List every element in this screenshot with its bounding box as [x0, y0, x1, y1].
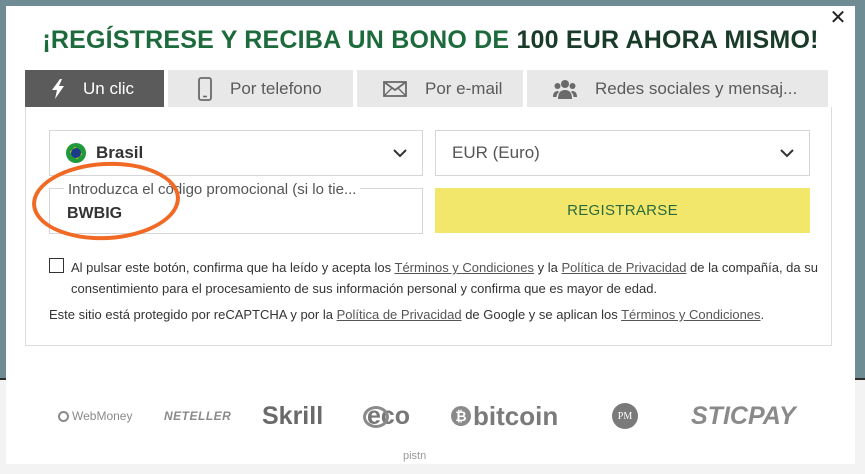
- privacy-link[interactable]: Política de Privacidad: [561, 260, 686, 275]
- recaptcha-notice: Este sitio está protegido por reCAPTCHA …: [49, 307, 819, 322]
- tab-label: Redes sociales y mensaj...: [595, 78, 798, 98]
- eco-ring-icon: [363, 406, 389, 428]
- webmoney-label: WebMoney: [72, 409, 133, 423]
- lightning-icon: [51, 78, 65, 99]
- tab-one-click[interactable]: Un clic: [25, 70, 164, 107]
- payment-logos: WebMoney NETELLER Skrill eco ₿ bitcoin PM…: [6, 396, 855, 436]
- bitcoin-label: bitcoin: [473, 400, 559, 431]
- neteller-logo: NETELLER: [164, 409, 232, 423]
- perfect-money-logo: PM: [612, 396, 638, 436]
- skrill-logo: Skrill: [262, 401, 324, 430]
- headline-prefix: ¡REGÍSTRESE Y RECIBA UN BONO DE: [42, 26, 517, 54]
- people-icon: [553, 79, 577, 99]
- webmoney-icon: [58, 410, 69, 422]
- partial-payment-logo: pistn: [403, 450, 427, 462]
- currency-select[interactable]: EUR (Euro): [435, 130, 810, 176]
- registration-form: Brasil EUR (Euro) Introduzca el código p…: [25, 107, 832, 346]
- captcha-text-part: .: [760, 307, 765, 322]
- consent-text-part: Al pulsar este botón, confirma que ha le…: [71, 260, 395, 275]
- close-icon[interactable]: ✕: [829, 7, 847, 27]
- consent-block: Al pulsar este botón, confirma que ha le…: [49, 257, 819, 299]
- sticpay-logo: STICPAY: [691, 401, 796, 430]
- bitcoin-logo: ₿ bitcoin: [451, 396, 558, 436]
- chevron-down-icon: [392, 145, 408, 166]
- tab-label: Por e-mail: [425, 78, 503, 98]
- tab-email[interactable]: Por e-mail: [357, 70, 523, 107]
- register-button[interactable]: REGISTRARSE: [435, 188, 810, 233]
- captcha-text-part: Este sitio está protegido por reCAPTCHA …: [49, 307, 337, 322]
- webmoney-logo: WebMoney: [58, 396, 132, 436]
- headline: ¡REGÍSTRESE Y RECIBA UN BONO DE 100 EUR …: [6, 26, 855, 55]
- tab-social[interactable]: Redes sociales y mensaj...: [527, 70, 828, 107]
- tab-label: Un clic: [83, 78, 135, 98]
- terms-link[interactable]: Términos y Condiciones: [395, 260, 534, 275]
- country-value: Brasil: [96, 143, 144, 162]
- envelope-icon: [383, 80, 407, 97]
- registration-modal: ✕ ¡REGÍSTRESE Y RECIBA UN BONO DE 100 EU…: [6, 6, 855, 464]
- bitcoin-icon: ₿: [451, 406, 471, 426]
- phone-icon: [198, 76, 212, 101]
- headline-amount: 100 EUR AHORA MISMO!: [516, 26, 819, 54]
- brazil-flag-icon: [66, 143, 86, 163]
- chevron-down-icon: [779, 145, 795, 166]
- captcha-text-part: de Google y se aplican los: [461, 307, 622, 322]
- google-privacy-link[interactable]: Política de Privacidad: [337, 307, 462, 322]
- promo-code-field[interactable]: Introduzca el código promocional (si lo …: [30, 158, 423, 244]
- google-terms-link[interactable]: Términos y Condiciones: [621, 307, 760, 322]
- currency-value: EUR (Euro): [452, 143, 540, 162]
- consent-checkbox[interactable]: [49, 258, 64, 273]
- tab-phone[interactable]: Por telefono: [168, 70, 353, 107]
- registration-tabs: Un clic Por telefono Por e-mail Redes so…: [25, 70, 832, 107]
- consent-text: Al pulsar este botón, confirma que ha le…: [49, 257, 819, 299]
- pm-icon: PM: [612, 403, 638, 429]
- eco-logo: eco: [363, 396, 410, 436]
- tab-label: Por telefono: [230, 78, 322, 98]
- consent-text-part: y la: [533, 260, 562, 275]
